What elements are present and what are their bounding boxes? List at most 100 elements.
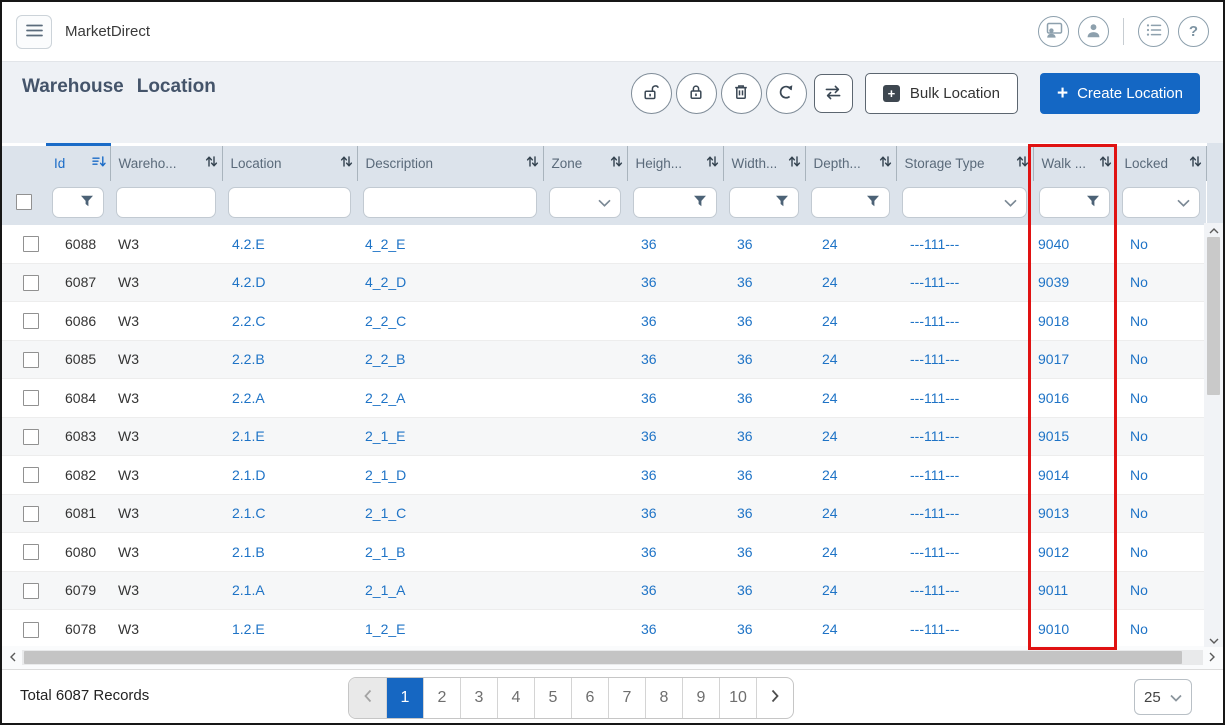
row-select-checkbox[interactable] [23,622,39,638]
scroll-right-button[interactable] [1205,649,1219,667]
cell-width[interactable]: 36 [723,494,805,533]
column-header-locked[interactable]: Locked [1116,145,1206,181]
cell-description[interactable]: 2_1_B [357,533,543,572]
cell-depth[interactable]: 24 [805,302,896,341]
cell-width[interactable]: 36 [723,302,805,341]
pagination-next-button[interactable] [756,678,793,718]
cell-width[interactable]: 36 [723,263,805,302]
sort-toggle-icon[interactable] [610,155,623,171]
row-select-checkbox[interactable] [23,467,39,483]
row-select-checkbox[interactable] [23,275,39,291]
cell-description[interactable]: 4_2_D [357,263,543,302]
hamburger-menu-button[interactable] [16,15,52,49]
filter-input-depth[interactable] [811,187,890,218]
sort-toggle-icon[interactable] [205,155,218,171]
row-select-checkbox[interactable] [23,583,39,599]
cell-storage_type[interactable]: ---111--- [896,302,1033,341]
cell-locked[interactable]: No [1116,494,1206,533]
cell-height[interactable]: 36 [627,456,723,495]
cell-walk[interactable]: 9017 [1033,340,1116,379]
cell-location[interactable]: 2.1.A [222,571,357,610]
cell-storage_type[interactable]: ---111--- [896,456,1033,495]
pagination-page-3[interactable]: 3 [460,678,497,718]
lock-button[interactable] [676,73,717,114]
scroll-down-button[interactable] [1204,633,1223,647]
row-select-checkbox[interactable] [23,236,39,252]
column-header-depth[interactable]: Depth... [805,145,896,181]
cell-location[interactable]: 2.2.B [222,340,357,379]
cell-zone[interactable] [543,456,627,495]
row-select-checkbox[interactable] [23,429,39,445]
sort-descending-icon[interactable] [92,155,106,171]
cell-height[interactable]: 36 [627,340,723,379]
screen-share-button[interactable] [1038,16,1069,47]
filter-select-locked[interactable] [1122,187,1200,218]
pagination-page-1[interactable]: 1 [386,678,423,718]
cell-location[interactable]: 2.1.B [222,533,357,572]
cell-walk[interactable]: 9016 [1033,379,1116,418]
cell-locked[interactable]: No [1116,417,1206,456]
pagination-page-4[interactable]: 4 [497,678,534,718]
filter-input-description[interactable] [363,187,537,218]
filter-select-storage_type[interactable] [902,187,1027,218]
cell-height[interactable]: 36 [627,379,723,418]
cell-location[interactable]: 2.2.A [222,379,357,418]
row-select-checkbox[interactable] [23,352,39,368]
cell-locked[interactable]: No [1116,379,1206,418]
cell-storage_type[interactable]: ---111--- [896,225,1033,264]
cell-zone[interactable] [543,533,627,572]
cell-height[interactable]: 36 [627,225,723,264]
select-all-checkbox[interactable] [16,194,32,210]
column-header-warehouse[interactable]: Wareho... [110,145,222,181]
refresh-button[interactable] [766,73,807,114]
cell-storage_type[interactable]: ---111--- [896,417,1033,456]
cell-height[interactable]: 36 [627,533,723,572]
pagination-page-2[interactable]: 2 [423,678,460,718]
cell-depth[interactable]: 24 [805,456,896,495]
cell-storage_type[interactable]: ---111--- [896,610,1033,649]
cell-locked[interactable]: No [1116,610,1206,649]
column-header-height[interactable]: Heigh... [627,145,723,181]
column-header-width[interactable]: Width... [723,145,805,181]
sort-toggle-icon[interactable] [1099,155,1112,171]
sort-toggle-icon[interactable] [706,155,719,171]
cell-walk[interactable]: 9040 [1033,225,1116,264]
row-select-checkbox[interactable] [23,506,39,522]
cell-description[interactable]: 1_2_E [357,610,543,649]
cell-width[interactable]: 36 [723,456,805,495]
cell-width[interactable]: 36 [723,225,805,264]
cell-depth[interactable]: 24 [805,494,896,533]
cell-description[interactable]: 2_2_A [357,379,543,418]
cell-walk[interactable]: 9015 [1033,417,1116,456]
cell-depth[interactable]: 24 [805,610,896,649]
cell-description[interactable]: 2_1_E [357,417,543,456]
list-menu-button[interactable] [1138,16,1169,47]
sort-toggle-icon[interactable] [526,155,539,171]
cell-width[interactable]: 36 [723,571,805,610]
scroll-up-button[interactable] [1204,223,1223,237]
cell-walk[interactable]: 9013 [1033,494,1116,533]
cell-walk[interactable]: 9011 [1033,571,1116,610]
cell-depth[interactable]: 24 [805,379,896,418]
sort-toggle-icon[interactable] [1189,155,1202,171]
cell-locked[interactable]: No [1116,571,1206,610]
help-button[interactable]: ? [1178,16,1209,47]
cell-zone[interactable] [543,610,627,649]
row-select-checkbox[interactable] [23,390,39,406]
cell-height[interactable]: 36 [627,610,723,649]
column-header-zone[interactable]: Zone [543,145,627,181]
cell-zone[interactable] [543,340,627,379]
cell-walk[interactable]: 9018 [1033,302,1116,341]
cell-locked[interactable]: No [1116,533,1206,572]
cell-walk[interactable]: 9014 [1033,456,1116,495]
cell-walk[interactable]: 9039 [1033,263,1116,302]
pagination-previous-button[interactable] [349,678,386,718]
cell-zone[interactable] [543,302,627,341]
cell-storage_type[interactable]: ---111--- [896,340,1033,379]
create-location-button[interactable]: + Create Location [1040,73,1200,114]
filter-input-location[interactable] [228,187,351,218]
cell-location[interactable]: 2.1.C [222,494,357,533]
cell-location[interactable]: 4.2.D [222,263,357,302]
cell-height[interactable]: 36 [627,571,723,610]
cell-location[interactable]: 2.1.E [222,417,357,456]
